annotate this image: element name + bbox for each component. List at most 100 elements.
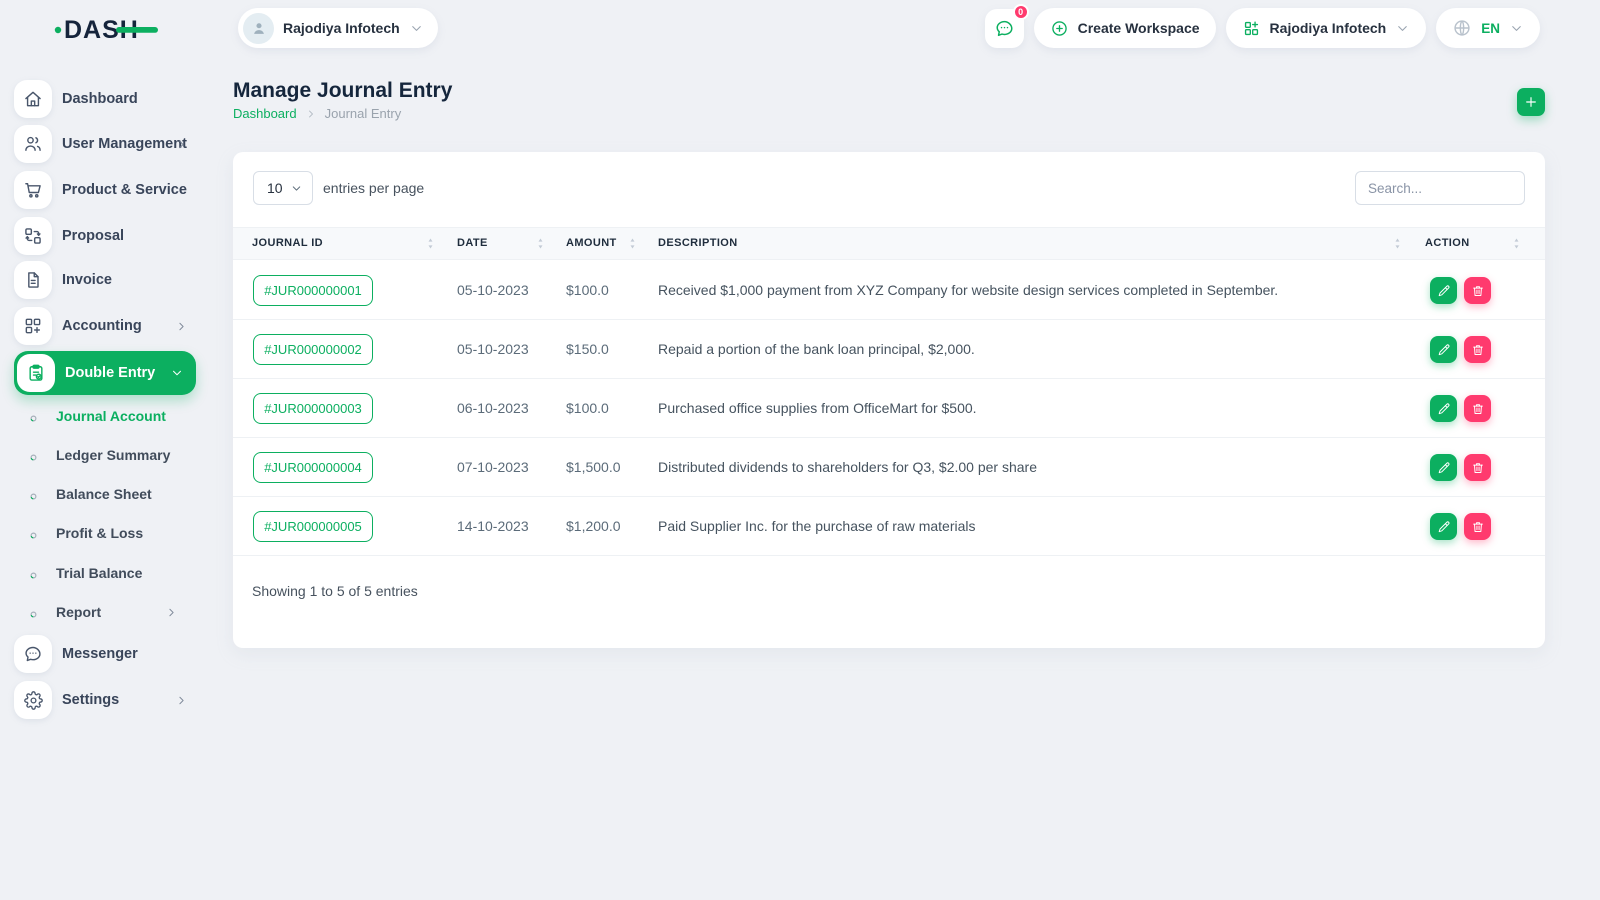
sort-icon[interactable] (1390, 236, 1405, 251)
messenger-button[interactable]: 0 (984, 3, 1029, 48)
sidebar-item-messenger[interactable]: Messenger (14, 635, 196, 673)
sidebar-item-dashboard[interactable]: Dashboard (14, 80, 196, 118)
edit-button[interactable] (1430, 513, 1457, 540)
delete-button[interactable] (1464, 336, 1491, 363)
breadcrumb-dashboard-link[interactable]: Dashboard (233, 106, 297, 121)
submenu-dot-icon (28, 607, 39, 618)
pencil-icon (1437, 343, 1451, 357)
app-logo: DASH (54, 14, 164, 44)
trash-icon (1471, 402, 1485, 416)
create-workspace-label: Create Workspace (1077, 20, 1200, 36)
sidebar-item-settings[interactable]: Settings (14, 681, 196, 719)
sidebar-subitem-trial-balance[interactable]: Trial Balance (24, 563, 196, 583)
delete-button[interactable] (1464, 454, 1491, 481)
grid-plus-icon (14, 307, 52, 345)
message-dots-icon (994, 18, 1015, 39)
journal-entries-card: 10 entries per page JOURNAL ID DATE AMOU… (233, 152, 1545, 648)
pencil-icon (1437, 461, 1451, 475)
sidebar-item-accounting[interactable]: Accounting (14, 307, 196, 345)
breadcrumb: Dashboard Journal Entry (233, 106, 401, 121)
trash-icon (1471, 520, 1485, 534)
edit-button[interactable] (1430, 277, 1457, 304)
column-header-journal-id[interactable]: JOURNAL ID (252, 237, 323, 249)
journal-id-button[interactable]: #JUR000000002 (253, 334, 373, 365)
create-workspace-button[interactable]: Create Workspace (1033, 8, 1216, 48)
table-row: #JUR000000003 06-10-2023 $100.0 Purchase… (233, 379, 1545, 438)
edit-button[interactable] (1430, 336, 1457, 363)
gear-icon (14, 681, 52, 719)
table-row: #JUR000000001 05-10-2023 $100.0 Received… (233, 261, 1545, 320)
journal-id-button[interactable]: #JUR000000003 (253, 393, 373, 424)
messenger-icon (14, 635, 52, 673)
topbar-actions: 0 Create Workspace Rajodiya Infotech EN (984, 3, 1540, 48)
sort-icon[interactable] (423, 236, 438, 251)
chevron-down-icon (170, 366, 184, 380)
cart-icon (14, 171, 52, 209)
sidebar-item-product-service[interactable]: Product & Service (14, 171, 196, 209)
date-cell: 05-10-2023 (457, 341, 529, 357)
pencil-icon (1437, 284, 1451, 298)
entries-per-page-label: entries per page (323, 180, 425, 196)
sidebar-item-user-management[interactable]: User Management (14, 125, 196, 163)
language-selector[interactable]: EN (1436, 8, 1540, 48)
sort-icon[interactable] (1509, 236, 1524, 251)
column-header-date[interactable]: DATE (457, 237, 488, 249)
column-header-description[interactable]: DESCRIPTION (658, 237, 738, 249)
page-title: Manage Journal Entry (233, 79, 453, 102)
topbar: DASH Rajodiya Infotech 0 Create Workspac… (0, 0, 1600, 57)
sidebar-subitem-journal-account[interactable]: Journal Account (24, 406, 196, 426)
amount-cell: $100.0 (566, 400, 609, 416)
date-cell: 06-10-2023 (457, 400, 529, 416)
sort-icon[interactable] (625, 236, 640, 251)
app-root: DASH Rajodiya Infotech 0 Create Workspac… (0, 0, 1600, 900)
clipboard-icon (17, 354, 55, 392)
company-name: Rajodiya Infotech (1269, 20, 1387, 36)
delete-button[interactable] (1464, 277, 1491, 304)
table-summary: Showing 1 to 5 of 5 entries (252, 583, 418, 599)
submenu-dot-icon (28, 568, 39, 579)
grid-plus-icon (1242, 19, 1261, 38)
journal-id-button[interactable]: #JUR000000004 (253, 452, 373, 483)
delete-button[interactable] (1464, 513, 1491, 540)
users-icon (14, 125, 52, 163)
chevron-right-icon (175, 138, 188, 151)
sidebar-subitem-report[interactable]: Report (24, 602, 196, 622)
entries-per-page-select[interactable]: 10 (253, 171, 313, 205)
sidebar-subitem-balance-sheet[interactable]: Balance Sheet (24, 484, 196, 504)
sidebar-subitem-profit-loss[interactable]: Profit & Loss (24, 523, 196, 543)
date-cell: 05-10-2023 (457, 282, 529, 298)
column-header-action[interactable]: ACTION (1425, 237, 1470, 249)
table-row: #JUR000000004 07-10-2023 $1,500.0 Distri… (233, 438, 1545, 497)
workspace-selector[interactable]: Rajodiya Infotech (238, 8, 438, 48)
date-cell: 07-10-2023 (457, 459, 529, 475)
journal-id-button[interactable]: #JUR000000005 (253, 511, 373, 542)
language-code: EN (1481, 20, 1500, 36)
search-input[interactable] (1355, 171, 1525, 205)
sidebar-subitem-ledger-summary[interactable]: Ledger Summary (24, 445, 196, 465)
description-cell: Paid Supplier Inc. for the purchase of r… (658, 518, 976, 534)
submenu-dot-icon (28, 450, 39, 461)
sidebar-item-proposal[interactable]: Proposal (14, 217, 196, 255)
sidebar-item-double-entry[interactable]: Double Entry (14, 351, 196, 395)
chevron-right-icon (175, 320, 188, 333)
notification-badge: 0 (1012, 3, 1029, 20)
add-journal-entry-button[interactable] (1517, 88, 1545, 116)
chevron-down-icon (1395, 21, 1410, 36)
sidebar-item-invoice[interactable]: Invoice (14, 261, 196, 299)
edit-button[interactable] (1430, 395, 1457, 422)
amount-cell: $1,500.0 (566, 459, 621, 475)
entries-per-page-value: 10 (267, 180, 283, 196)
workspace-name: Rajodiya Infotech (283, 20, 400, 36)
sort-icon[interactable] (533, 236, 548, 251)
column-header-amount[interactable]: AMOUNT (566, 237, 617, 249)
company-selector[interactable]: Rajodiya Infotech (1225, 8, 1427, 48)
journal-id-button[interactable]: #JUR000000001 (253, 275, 373, 306)
amount-cell: $100.0 (566, 282, 609, 298)
edit-button[interactable] (1430, 454, 1457, 481)
chevron-right-icon (305, 108, 317, 120)
amount-cell: $150.0 (566, 341, 609, 357)
globe-icon (1452, 18, 1472, 38)
chevron-down-icon (409, 21, 424, 36)
delete-button[interactable] (1464, 395, 1491, 422)
chevron-down-icon (290, 182, 303, 195)
